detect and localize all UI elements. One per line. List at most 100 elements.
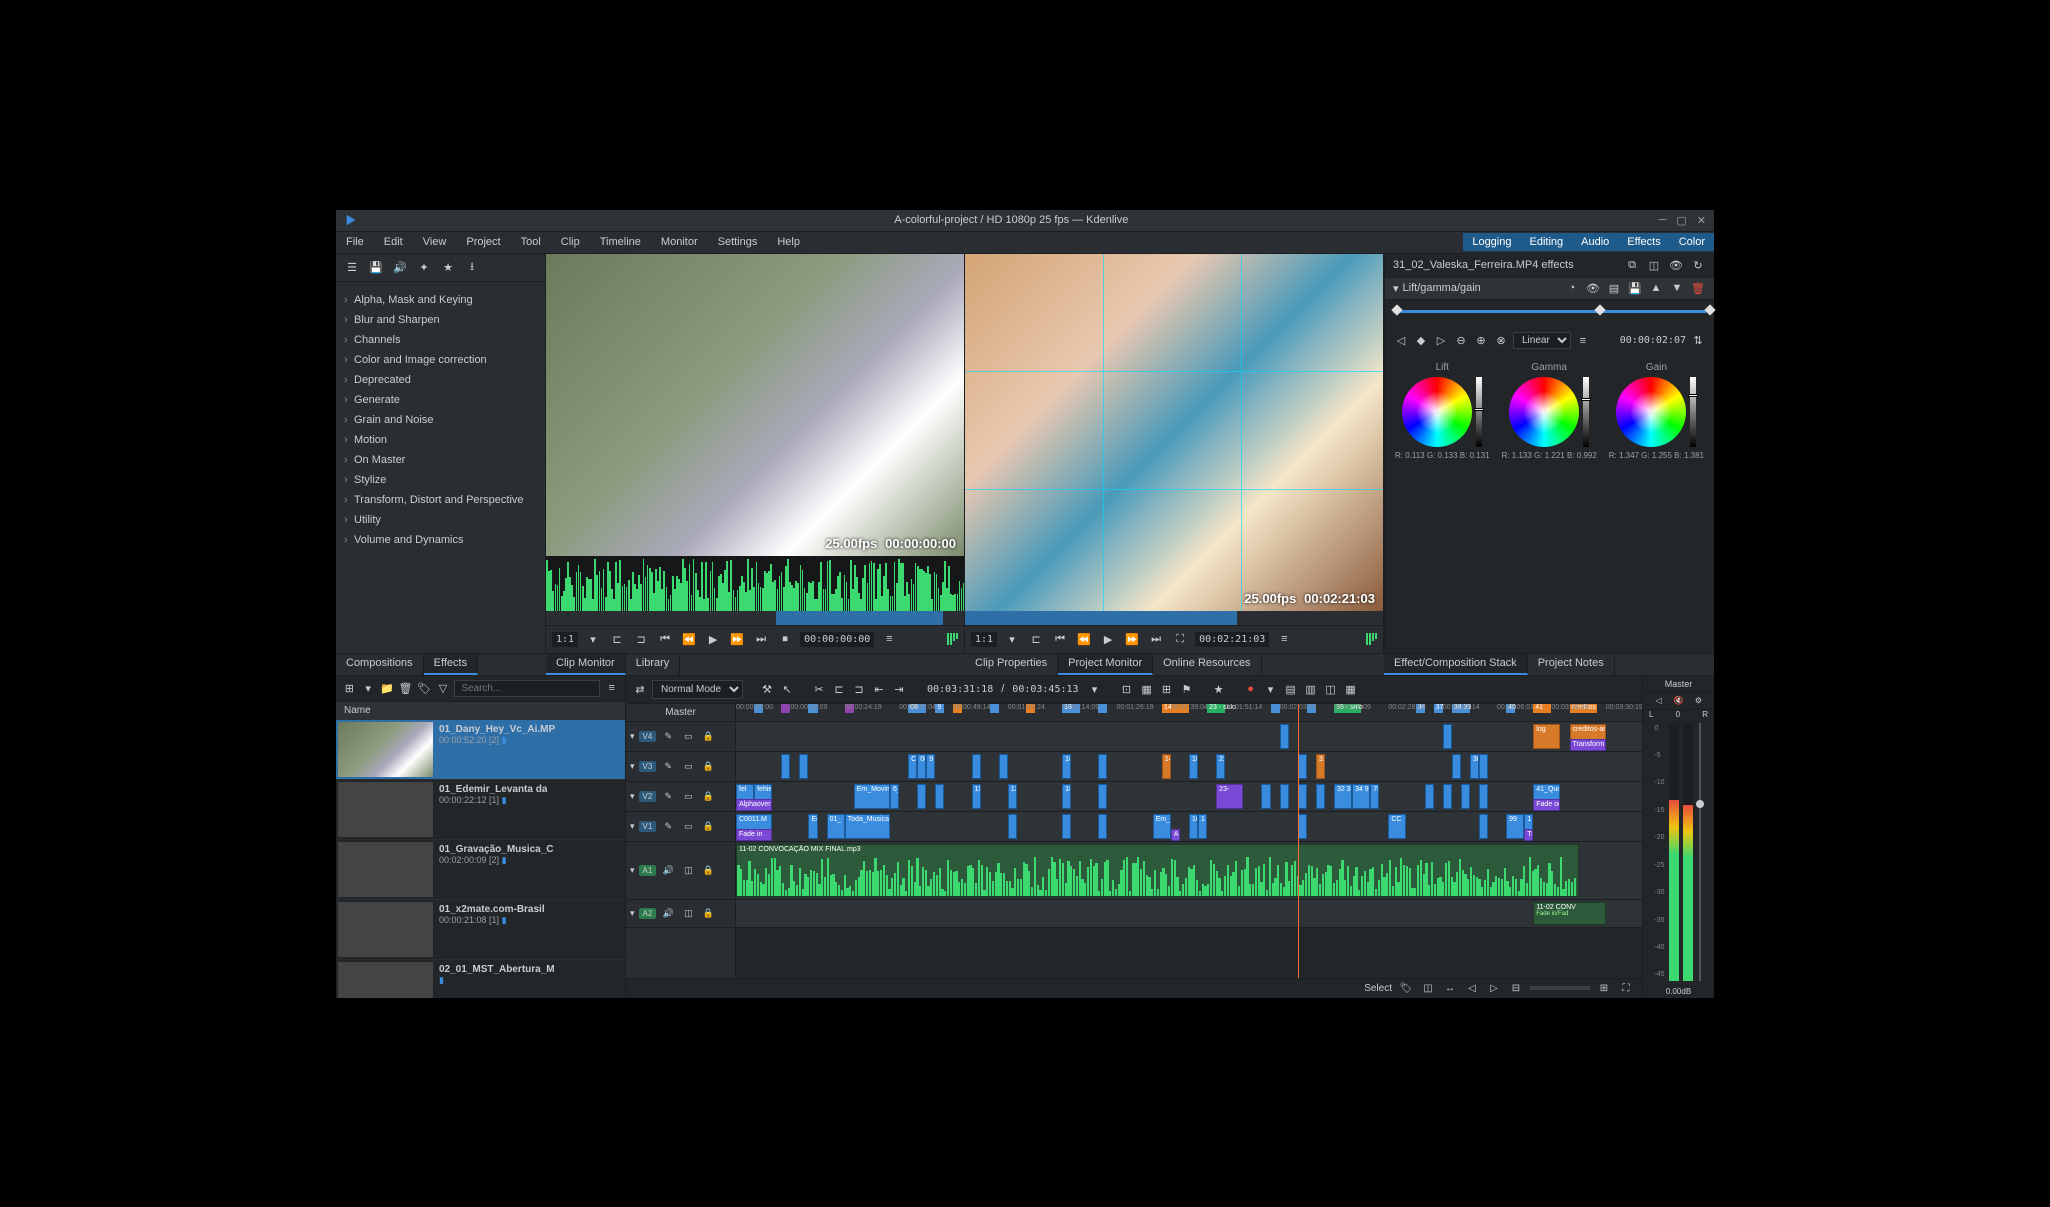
pointer-icon[interactable]: ↖: [779, 681, 795, 697]
tag-tool-icon[interactable]: 🏷: [1398, 980, 1414, 996]
delete-clip-icon[interactable]: 🗑: [398, 680, 413, 696]
timeline-clip[interactable]: [1425, 784, 1434, 809]
maximize-icon[interactable]: ▢: [1676, 214, 1686, 227]
chevron-down-icon[interactable]: ▾: [1087, 681, 1103, 697]
tab-library[interactable]: Library: [626, 654, 681, 675]
options-icon[interactable]: ≡: [604, 680, 619, 696]
lock-icon[interactable]: 🔒: [700, 905, 716, 921]
timeline-clip[interactable]: 13: [1008, 784, 1017, 809]
tab-effect-composition-stack[interactable]: Effect/Composition Stack: [1384, 654, 1528, 675]
lock-icon[interactable]: 🔒: [700, 818, 716, 834]
edit-mode-select[interactable]: Normal Mode: [652, 680, 743, 699]
insert-icon[interactable]: ⇤: [871, 681, 887, 697]
tag-icon[interactable]: 🏷: [417, 680, 432, 696]
bin-item[interactable]: 01_Edemir_Levanta da 00:00:22:12 [1] ▮: [336, 780, 625, 840]
audio-clip[interactable]: 11-02 CONVOCAÇÃO MIX FINAL.mp3: [736, 844, 1579, 897]
timeline-clip[interactable]: 38: [1470, 754, 1479, 779]
timeline-tc-current[interactable]: 00:03:31:18: [923, 684, 997, 695]
timeline-clip[interactable]: [1479, 814, 1488, 839]
track-header-a2[interactable]: ▾ A2 🔊 ◫ 🔒: [626, 900, 735, 928]
timeline-clip[interactable]: Trans: [1524, 829, 1533, 841]
gamma-luma-slider[interactable]: [1583, 377, 1589, 447]
timeline-clip[interactable]: Fade out: [1533, 799, 1560, 811]
timeline-clip[interactable]: 78: [1370, 784, 1379, 809]
kf-option-icon[interactable]: ⊕: [1473, 333, 1489, 349]
mute-icon[interactable]: 🔊: [660, 905, 676, 921]
clip-monitor-view[interactable]: 25.00fps 00:00:00:00: [546, 254, 964, 556]
split-view-icon[interactable]: ◫: [1420, 980, 1436, 996]
reset-icon[interactable]: ↻: [1690, 257, 1706, 273]
menu-settings[interactable]: Settings: [708, 236, 768, 248]
workspace-editing[interactable]: Editing: [1520, 233, 1572, 251]
kf-timecode[interactable]: 00:00:02:07: [1620, 335, 1686, 346]
options-icon[interactable]: ≡: [1275, 630, 1293, 648]
effect-category[interactable]: Alpha, Mask and Keying: [336, 290, 545, 310]
timeline-clip[interactable]: 23-: [1216, 784, 1243, 809]
timeline-clip[interactable]: 32 33: [1334, 784, 1352, 809]
effect-category[interactable]: Volume and Dynamics: [336, 530, 545, 550]
fullscreen-icon[interactable]: ⛶: [1171, 630, 1189, 648]
collapse-track-icon[interactable]: ▾: [630, 791, 635, 802]
cut-icon[interactable]: ✂: [811, 681, 827, 697]
timeline-marker[interactable]: 23 - solo: [1207, 704, 1225, 713]
lock-icon[interactable]: 🔒: [700, 758, 716, 774]
project-scrubber[interactable]: [965, 611, 1383, 625]
effect-category[interactable]: Motion: [336, 430, 545, 450]
layout2-icon[interactable]: ▥: [1303, 681, 1319, 697]
effect-category[interactable]: Blur and Sharpen: [336, 310, 545, 330]
timeline-clip[interactable]: 08: [917, 754, 926, 779]
audio-clip[interactable]: 11-02 CONVFade in/Fad: [1533, 902, 1605, 925]
hide-icon[interactable]: ▭: [680, 818, 696, 834]
track-header-v1[interactable]: ▾ V1 ✎ ▭ 🔒: [626, 812, 735, 842]
track-row-v3[interactable]: CC089181418223138: [736, 752, 1642, 782]
bin-item[interactable]: 01_Gravação_Musica_C 00:02:00:09 [2] ▮: [336, 840, 625, 900]
timeline-marker[interactable]: 9: [935, 704, 944, 713]
dropdown-icon[interactable]: ▾: [361, 680, 376, 696]
timeline-clip[interactable]: log: [1533, 724, 1560, 749]
timeline-clip[interactable]: [999, 754, 1008, 779]
clip-timecode[interactable]: 00:00:00:00: [800, 632, 874, 647]
audio-icon[interactable]: 🔊: [392, 259, 408, 275]
timeline-clip[interactable]: 22: [1216, 754, 1225, 779]
edit-icon[interactable]: ✎: [660, 788, 676, 804]
grid-icon[interactable]: ▦: [1139, 681, 1155, 697]
prev-edit-icon[interactable]: ◁: [1464, 980, 1480, 996]
timeline-clip[interactable]: [1280, 784, 1289, 809]
effect-category[interactable]: On Master: [336, 450, 545, 470]
list-view-icon[interactable]: ☰: [344, 259, 360, 275]
set-out-icon[interactable]: ⊐: [632, 630, 650, 648]
mute-icon[interactable]: 🔊: [660, 862, 676, 878]
eye-icon[interactable]: 👁: [1668, 257, 1684, 273]
layout4-icon[interactable]: ▦: [1343, 681, 1359, 697]
menu-clip[interactable]: Clip: [551, 236, 590, 248]
keyframe-timeline[interactable]: [1385, 300, 1714, 328]
gamma-color-wheel[interactable]: [1509, 377, 1579, 447]
timeline-clip[interactable]: Transform: [1570, 739, 1606, 751]
download-icon[interactable]: ⭳: [464, 259, 480, 275]
tab-clip-properties[interactable]: Clip Properties: [965, 654, 1058, 675]
bin-column-header[interactable]: Name: [336, 702, 625, 720]
menu-view[interactable]: View: [413, 236, 457, 248]
track-header-v2[interactable]: ▾ V2 ✎ ▭ 🔒: [626, 782, 735, 812]
workspace-color[interactable]: Color: [1670, 233, 1714, 251]
bin-item[interactable]: 01_x2mate.com-Brasil 00:00:21:08 [1] ▮: [336, 900, 625, 960]
timeline-clip[interactable]: 1: [1198, 814, 1207, 839]
timeline-clip[interactable]: 16: [1189, 814, 1198, 839]
save-preset-icon[interactable]: 💾: [1627, 280, 1643, 296]
chevron-down-icon[interactable]: ▾: [1003, 630, 1021, 648]
timeline-clip[interactable]: [1062, 814, 1071, 839]
timeline-clip[interactable]: 6_: [890, 784, 899, 809]
timeline-clip[interactable]: Alphaover: [736, 799, 772, 811]
timeline-marker[interactable]: [990, 704, 999, 713]
tracks-area[interactable]: 089181423 - solo35 - solo363738 394041cr…: [736, 704, 1642, 978]
mute-icon[interactable]: 🔇: [1671, 692, 1687, 708]
forward-icon[interactable]: ⏩: [728, 630, 746, 648]
gain-luma-slider[interactable]: [1690, 377, 1696, 447]
timeline-marker[interactable]: [1098, 704, 1107, 713]
tab-clip-monitor[interactable]: Clip Monitor: [546, 654, 626, 675]
timeline-clip[interactable]: Alp: [1171, 829, 1180, 841]
zoom-level[interactable]: 1:1: [552, 632, 578, 647]
timeline-clip[interactable]: [1298, 784, 1307, 809]
project-monitor-view[interactable]: 25.00fps 00:02:21:03: [965, 254, 1383, 611]
collapse-track-icon[interactable]: ▾: [630, 821, 635, 832]
